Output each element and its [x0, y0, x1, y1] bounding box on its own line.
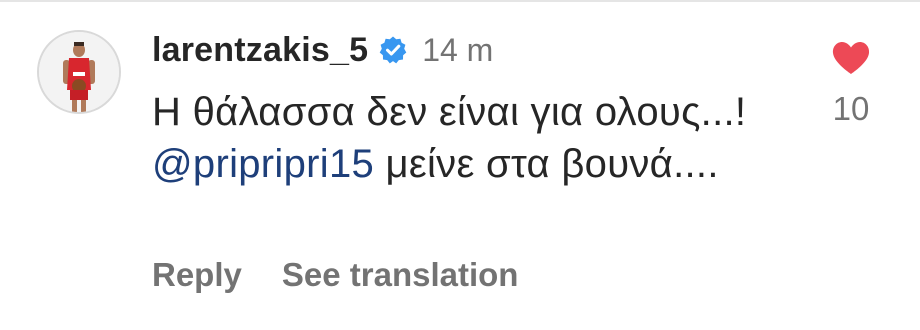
like-section: 10: [829, 40, 873, 128]
comment-text-part2: μείνε στα βουνά....: [374, 142, 719, 186]
comment: larentzakis_5 14 m Η θάλασσα δεν είναι γ…: [0, 0, 920, 330]
avatar[interactable]: [37, 30, 121, 114]
comment-text-part1: Η θάλασσα δεν είναι για ολους...!: [152, 90, 747, 134]
comment-header: larentzakis_5 14 m: [152, 30, 493, 70]
heart-icon[interactable]: [831, 40, 871, 76]
comment-text: Η θάλασσα δεν είναι για ολους...! @pripr…: [152, 86, 792, 190]
reply-button[interactable]: Reply: [152, 256, 242, 294]
avatar-image: [39, 32, 119, 112]
mention-link[interactable]: @pripripri15: [152, 142, 374, 186]
see-translation-button[interactable]: See translation: [282, 256, 519, 294]
like-count: 10: [832, 90, 870, 127]
username[interactable]: larentzakis_5: [152, 31, 368, 70]
timestamp: 14 m: [422, 31, 494, 68]
comment-actions: Reply See translation: [152, 256, 558, 294]
verified-badge-icon: [378, 35, 408, 65]
